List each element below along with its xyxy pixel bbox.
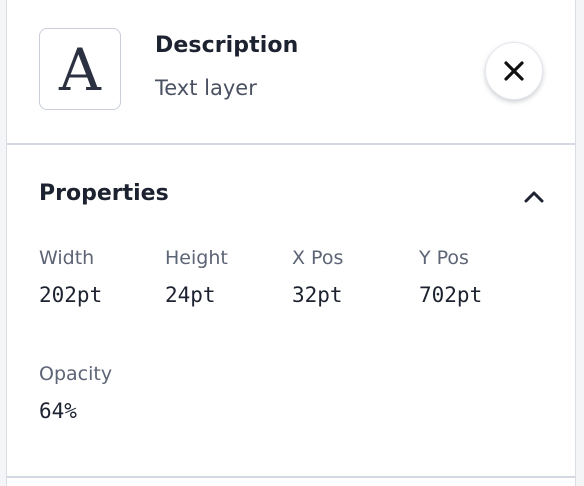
property-x-pos: X Pos 32pt	[292, 247, 343, 307]
layer-inspector-panel: A Description Text layer Properties Widt…	[6, 0, 576, 486]
chevron-up-icon	[524, 191, 544, 203]
collapse-properties-button[interactable]	[519, 183, 549, 211]
property-opacity: Opacity 64%	[39, 363, 112, 423]
property-y-pos: Y Pos 702pt	[419, 247, 482, 307]
close-icon	[504, 61, 524, 81]
close-button[interactable]	[485, 42, 543, 100]
text-layer-icon: A	[59, 36, 101, 104]
property-value[interactable]: 702pt	[419, 283, 482, 307]
layer-thumbnail: A	[39, 28, 121, 110]
properties-section: Properties Width 202pt Height 24pt X Pos…	[7, 147, 575, 478]
property-label: Width	[39, 247, 95, 269]
property-label: Height	[165, 247, 228, 269]
properties-heading: Properties	[39, 181, 169, 206]
property-value[interactable]: 24pt	[165, 283, 228, 307]
property-height: Height 24pt	[165, 247, 228, 307]
property-label: X Pos	[292, 247, 344, 269]
property-label: Opacity	[39, 363, 113, 385]
layer-header: A Description Text layer	[7, 0, 575, 145]
property-width: Width 202pt	[39, 247, 102, 307]
layer-type: Text layer	[155, 76, 257, 100]
property-label: Y Pos	[419, 247, 469, 269]
layer-title: Description	[155, 33, 299, 58]
property-value[interactable]: 32pt	[292, 283, 343, 307]
property-value[interactable]: 64%	[39, 399, 112, 423]
property-value[interactable]: 202pt	[39, 283, 102, 307]
